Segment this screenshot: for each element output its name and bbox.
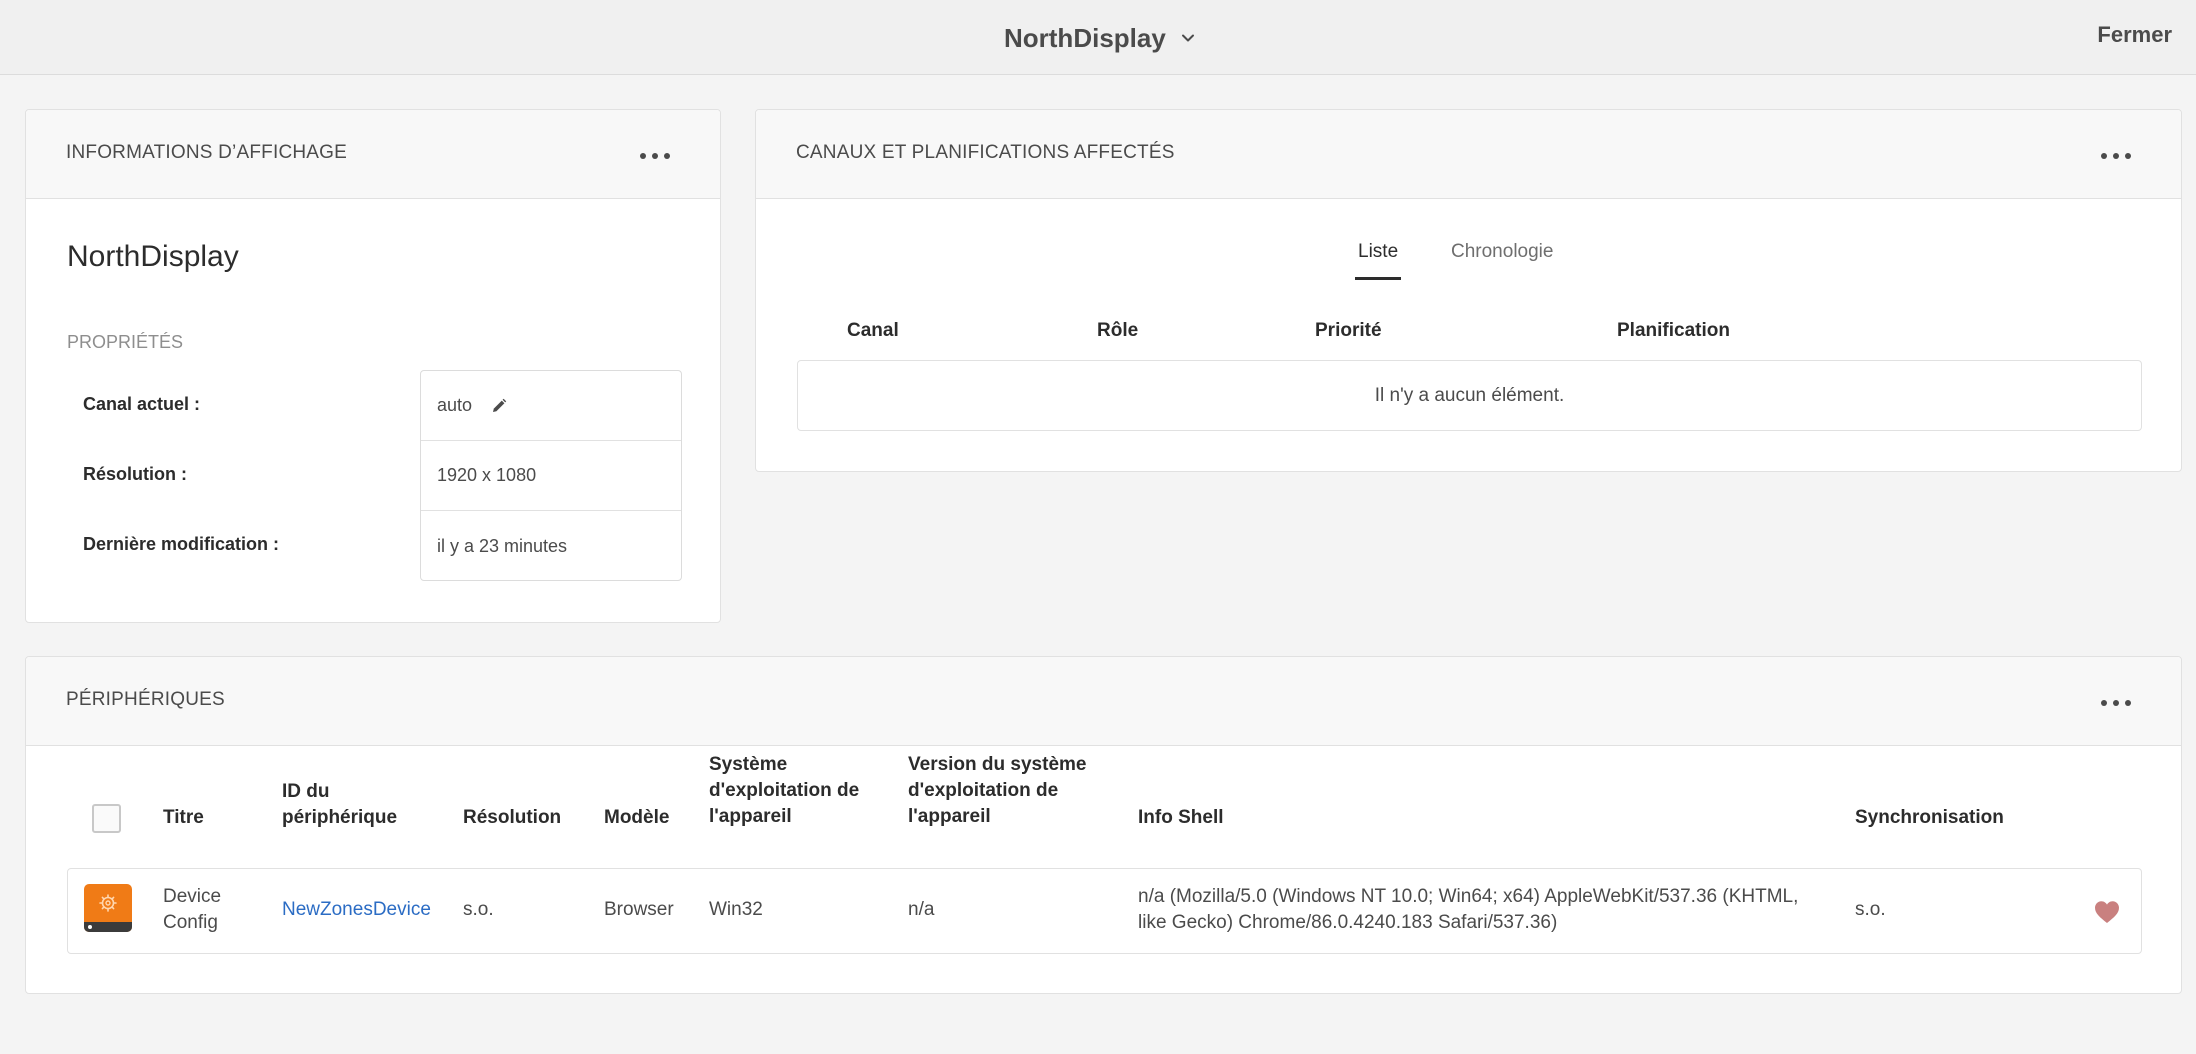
column-header-label: Version du système: [908, 754, 1087, 775]
device-title: Device Config: [163, 884, 221, 936]
current-channel-value: auto: [437, 395, 473, 415]
display-name: NorthDisplay: [67, 240, 239, 273]
column-header-model[interactable]: Modèle: [604, 805, 669, 831]
column-header-label: Titre: [163, 807, 204, 828]
column-header-label: d'exploitation de: [709, 780, 860, 801]
devices-card: PÉRIPHÉRIQUES Titre ID du périphérique R…: [25, 656, 2182, 994]
top-bar: NorthDisplay Fermer: [0, 0, 2196, 75]
column-header-label: l'appareil: [908, 806, 991, 827]
pencil-icon[interactable]: [490, 397, 508, 415]
device-resolution: s.o.: [463, 899, 494, 920]
gear-icon: [99, 894, 117, 912]
device-title-line: Device: [163, 886, 222, 907]
column-header-sync[interactable]: Synchronisation: [1855, 805, 2004, 831]
column-header-role[interactable]: Rôle: [1097, 320, 1138, 342]
column-header-label: Synchronisation: [1855, 807, 2004, 828]
more-actions-button[interactable]: [640, 146, 670, 166]
tab-timeline[interactable]: Chronologie: [1451, 241, 1553, 263]
property-row-channel: auto: [421, 371, 681, 441]
tab-list[interactable]: Liste: [1358, 241, 1398, 263]
property-row-resolution: 1920 x 1080: [421, 441, 681, 511]
column-header-resolution[interactable]: Résolution: [463, 805, 561, 831]
column-header-label: Info Shell: [1138, 807, 1224, 828]
resolution-value: 1920 x 1080: [437, 465, 537, 485]
dot-icon: [664, 153, 670, 159]
more-actions-button[interactable]: [2101, 146, 2131, 166]
card-header: INFORMATIONS D’AFFICHAGE: [26, 110, 720, 199]
column-header-label: périphérique: [282, 807, 398, 828]
column-header-label: Système: [709, 754, 788, 775]
card-title: PÉRIPHÉRIQUES: [66, 689, 225, 710]
column-header-label: ID du: [282, 781, 330, 802]
property-key: Dernière modification :: [83, 534, 280, 554]
empty-message: Il n'y a aucun élément.: [1374, 384, 1565, 406]
dot-icon: [2125, 153, 2131, 159]
column-header-shell-info[interactable]: Info Shell: [1138, 805, 1224, 831]
card-title: INFORMATIONS D’AFFICHAGE: [66, 142, 348, 163]
card-header: CANAUX ET PLANIFICATIONS AFFECTÉS: [756, 110, 2181, 199]
device-shell-info: n/a (Mozilla/5.0 (Windows NT 10.0; Win64…: [1138, 884, 1798, 936]
shell-info-line: n/a (Mozilla/5.0 (Windows NT 10.0; Win64…: [1138, 886, 1799, 907]
table-row[interactable]: Device Config NewZonesDevice s.o. Browse…: [67, 868, 2142, 954]
shell-info-line: like Gecko) Chrome/86.0.4240.183 Safari/…: [1138, 912, 1558, 933]
heart-icon[interactable]: [2093, 899, 2121, 925]
property-key: Résolution :: [83, 464, 187, 484]
property-values: auto 1920 x 1080 il y a 23 minutes: [420, 370, 682, 581]
column-header-channel[interactable]: Canal: [847, 320, 899, 342]
last-modified-value: il y a 23 minutes: [437, 535, 568, 556]
column-header-device-id[interactable]: ID du périphérique: [282, 779, 397, 831]
select-all-checkbox[interactable]: [92, 804, 121, 833]
column-header-title[interactable]: Titre: [163, 805, 204, 831]
column-header-label: Modèle: [604, 807, 670, 828]
column-header-priority[interactable]: Priorité: [1315, 320, 1382, 342]
dot-icon: [2101, 153, 2107, 159]
device-sync: s.o.: [1855, 899, 1886, 920]
display-switcher[interactable]: NorthDisplay: [1004, 20, 1196, 56]
column-header-label: d'exploitation de: [908, 780, 1059, 801]
thumbnail-dot: [88, 925, 92, 929]
device-id-link[interactable]: NewZonesDevice: [282, 897, 431, 923]
dot-icon: [2125, 700, 2131, 706]
empty-state: Il n'y a aucun élément.: [797, 360, 2142, 431]
device-model: Browser: [604, 899, 674, 920]
device-os: Win32: [709, 899, 763, 920]
column-header-label: Résolution: [463, 807, 562, 828]
device-title-line: Config: [163, 912, 218, 933]
column-header-os-version[interactable]: Version du système d'exploitation de l'a…: [908, 752, 1086, 830]
column-header-schedule[interactable]: Planification: [1617, 320, 1730, 342]
active-tab-indicator: [1355, 277, 1401, 280]
device-thumbnail: [84, 884, 132, 932]
assigned-channels-card: CANAUX ET PLANIFICATIONS AFFECTÉS Liste …: [755, 109, 2182, 472]
column-header-label: l'appareil: [709, 806, 792, 827]
display-info-card: INFORMATIONS D’AFFICHAGE NorthDisplay PR…: [25, 109, 721, 623]
dot-icon: [2113, 700, 2119, 706]
property-key: Canal actuel :: [83, 394, 201, 414]
close-button[interactable]: Fermer: [2097, 22, 2172, 48]
dot-icon: [652, 153, 658, 159]
more-actions-button[interactable]: [2101, 693, 2131, 713]
dot-icon: [2101, 700, 2107, 706]
property-row-modified: il y a 23 minutes: [421, 511, 681, 581]
column-header-os[interactable]: Système d'exploitation de l'appareil: [709, 752, 859, 830]
dot-icon: [640, 153, 646, 159]
properties-label: PROPRIÉTÉS: [67, 332, 184, 352]
display-title: NorthDisplay: [1004, 22, 1166, 53]
chevron-down-icon: [1181, 34, 1194, 42]
card-header: PÉRIPHÉRIQUES: [26, 657, 2181, 746]
dot-icon: [2113, 153, 2119, 159]
card-title: CANAUX ET PLANIFICATIONS AFFECTÉS: [796, 142, 1175, 163]
device-os-version: n/a: [908, 899, 935, 920]
